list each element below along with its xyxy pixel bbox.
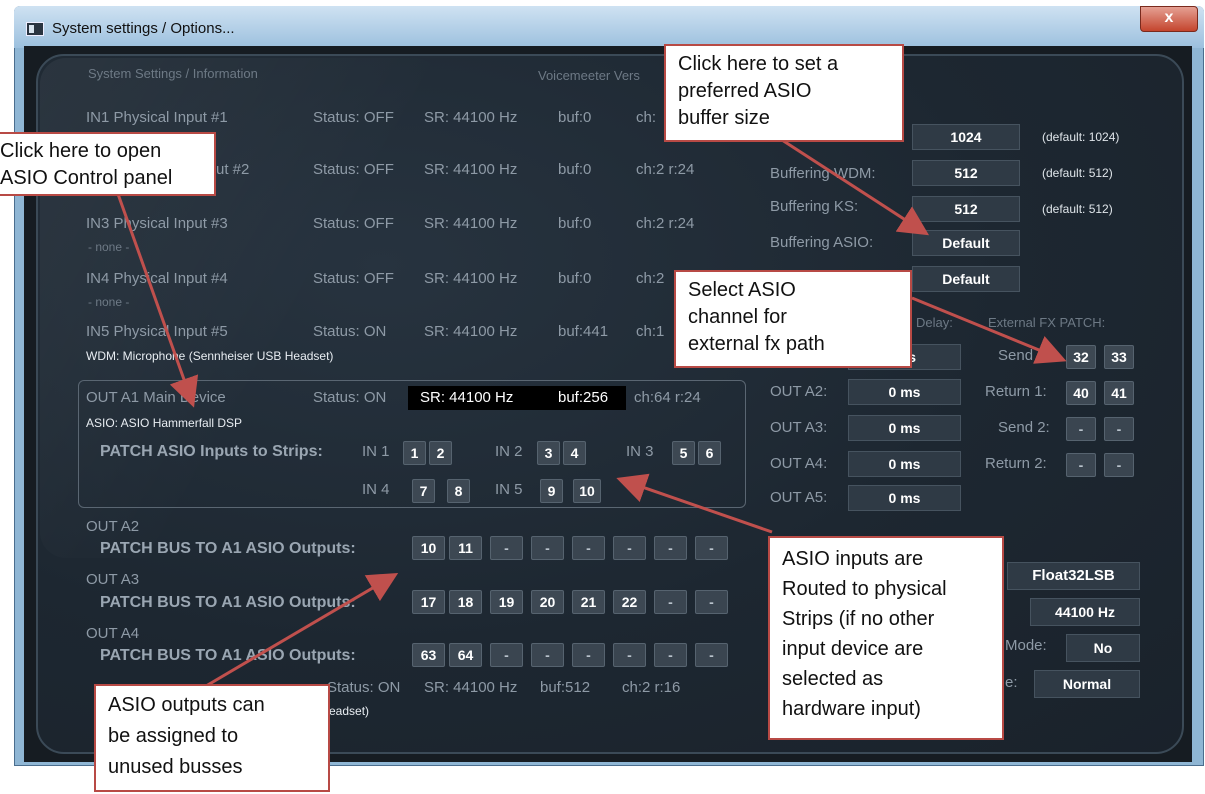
callout-outputs-assigned-line3: unused busses [108,756,243,778]
callout-select-channel: Select ASIO channel for external fx path [674,270,912,368]
arrow-outputs-assigned [205,572,399,688]
callout-outputs-assigned-line2: be assigned to [108,725,239,747]
arrow-inputs-routed [616,473,773,534]
callout-inputs-routed-line5: selected as [782,668,884,690]
arrow-buffer-size [781,138,930,236]
callout-select-channel-line1: Select ASIO [688,279,796,301]
callout-select-channel-line2: channel for [688,306,787,328]
callout-inputs-routed-line2: Routed to physical [782,578,947,600]
callout-inputs-routed-line1: ASIO inputs are [782,548,924,570]
callout-inputs-routed-line3: Strips (if no other [782,608,935,630]
arrow-asio-control [116,193,199,408]
callout-buffer-size-line2: preferred ASIO [678,80,812,102]
callout-buffer-size-line3: buffer size [678,107,770,129]
callout-asio-control: Click here to open ASIO Control panel [0,132,216,196]
callout-asio-control-line2: ASIO Control panel [0,167,173,189]
callout-inputs-routed-line4: input device are [782,638,924,660]
callout-outputs-assigned-line1: ASIO outputs can [108,694,265,716]
callout-buffer-size: Click here to set a preferred ASIO buffe… [664,44,904,142]
annotation-arrows [116,138,1067,688]
callout-buffer-size-line1: Click here to set a [678,53,839,75]
callout-inputs-routed: ASIO inputs are Routed to physical Strip… [768,536,1004,740]
callout-select-channel-line3: external fx path [688,333,825,355]
callout-inputs-routed-line6: hardware input) [782,698,921,720]
callout-asio-control-line1: Click here to open [0,140,162,162]
callout-outputs-assigned: ASIO outputs can be assigned to unused b… [94,684,330,792]
arrow-select-channel [911,296,1067,364]
